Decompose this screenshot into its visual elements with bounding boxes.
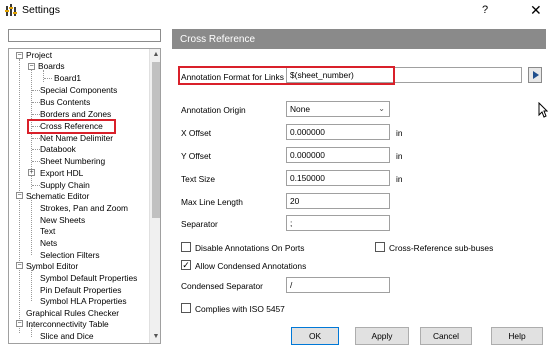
chevron-down-icon: ⌄ xyxy=(378,104,385,113)
scroll-up-icon[interactable]: ▲ xyxy=(150,49,160,61)
tree-connector xyxy=(32,138,40,139)
tree-item-symbol-default-properties[interactable]: Symbol Default Properties xyxy=(40,273,137,284)
window-title: Settings xyxy=(22,4,60,16)
tree-item-text[interactable]: Text xyxy=(40,226,55,237)
settings-tree: − − + − − − Project Boards Board1 Specia… xyxy=(8,48,161,344)
text-size-unit: in xyxy=(396,174,403,184)
tree-item-strokes-pan-zoom[interactable]: Strokes, Pan and Zoom xyxy=(40,203,128,214)
tree-item-schematic-editor[interactable]: Schematic Editor xyxy=(26,191,89,202)
tree-content: − − + − − − Project Boards Board1 Specia… xyxy=(9,49,149,343)
cross-ref-subbuses-label: Cross-Reference sub-buses xyxy=(389,243,494,253)
tree-item-bus-contents[interactable]: Bus Contents xyxy=(40,97,90,108)
tree-item-databook[interactable]: Databook xyxy=(40,144,76,155)
expander-boards[interactable]: − xyxy=(28,63,35,70)
max-line-length-label: Max Line Length xyxy=(181,197,243,207)
tree-item-special-components[interactable]: Special Components xyxy=(40,85,117,96)
play-arrow-icon xyxy=(533,71,539,79)
tree-item-selection-filters[interactable]: Selection Filters xyxy=(40,250,100,261)
tree-item-symbol-editor[interactable]: Symbol Editor xyxy=(26,261,78,272)
scroll-down-icon[interactable]: ▼ xyxy=(150,331,160,343)
tree-item-board1[interactable]: Board1 xyxy=(54,73,81,84)
condensed-separator-label: Condensed Separator xyxy=(181,281,263,291)
disable-annotations-label: Disable Annotations On Ports xyxy=(195,243,305,253)
tree-item-new-sheets[interactable]: New Sheets xyxy=(40,215,85,226)
condensed-separator-input[interactable]: / xyxy=(286,277,390,293)
help-title-button[interactable]: ? xyxy=(482,4,488,16)
tree-item-graphical-rules-checker[interactable]: Graphical Rules Checker xyxy=(26,308,119,319)
settings-app-icon xyxy=(5,4,17,16)
tree-connector xyxy=(32,149,40,150)
tree-connector xyxy=(44,78,52,79)
tree-item-project[interactable]: Project xyxy=(26,50,52,61)
y-offset-label: Y Offset xyxy=(181,151,211,161)
allow-condensed-label: Allow Condensed Annotations xyxy=(195,261,307,271)
close-icon[interactable]: ✕ xyxy=(530,2,542,19)
expander-project[interactable]: − xyxy=(16,52,23,59)
annotation-origin-select[interactable]: None ⌄ xyxy=(286,101,390,117)
expander-export-hdl[interactable]: + xyxy=(28,169,35,176)
expander-symbol-editor[interactable]: − xyxy=(16,262,23,269)
x-offset-input[interactable]: 0.000000 xyxy=(286,124,390,140)
highlight-box xyxy=(178,66,395,85)
disable-annotations-checkbox[interactable] xyxy=(181,242,191,252)
panel-header: Cross Reference xyxy=(172,29,546,49)
tree-connector xyxy=(32,114,40,115)
expander-schematic-editor[interactable]: − xyxy=(16,192,23,199)
max-line-length-input[interactable]: 20 xyxy=(286,193,390,209)
tree-connector xyxy=(31,267,32,301)
tree-scrollbar[interactable]: ▲ ▼ xyxy=(149,49,160,343)
tree-item-net-name-delimiter[interactable]: Net Name Delimiter xyxy=(40,133,113,144)
help-button[interactable]: Help xyxy=(491,327,543,345)
tree-search-input[interactable] xyxy=(8,29,161,42)
iso-label: Complies with ISO 5457 xyxy=(195,304,285,314)
tree-connector xyxy=(32,90,40,91)
separator-input[interactable]: ; xyxy=(286,215,390,231)
tree-item-symbol-hla-properties[interactable]: Symbol HLA Properties xyxy=(40,296,127,307)
tree-item-export-hdl[interactable]: Export HDL xyxy=(40,168,83,179)
tree-item-interconnectivity-table[interactable]: Interconnectivity Table xyxy=(26,319,109,330)
insert-arrow-button[interactable] xyxy=(528,67,542,83)
allow-condensed-checkbox[interactable]: ✓ xyxy=(181,260,191,270)
tree-connector xyxy=(32,185,40,186)
apply-button[interactable]: Apply xyxy=(355,327,409,345)
text-size-input[interactable]: 0.150000 xyxy=(286,170,390,186)
scroll-thumb[interactable] xyxy=(152,62,160,218)
panel-title: Cross Reference xyxy=(180,34,256,45)
tree-item-supply-chain[interactable]: Supply Chain xyxy=(40,180,90,191)
iso-checkbox[interactable] xyxy=(181,303,191,313)
tree-item-nets[interactable]: Nets xyxy=(40,238,57,249)
ok-button[interactable]: OK xyxy=(291,327,339,345)
x-offset-unit: in xyxy=(396,128,403,138)
tree-item-sheet-numbering[interactable]: Sheet Numbering xyxy=(40,156,105,167)
y-offset-unit: in xyxy=(396,151,403,161)
cross-reference-panel: Cross Reference Annotation Format for Li… xyxy=(172,29,546,345)
tree-item-pin-default-properties[interactable]: Pin Default Properties xyxy=(40,285,121,296)
x-offset-label: X Offset xyxy=(181,128,212,138)
expander-interconnectivity-table[interactable]: − xyxy=(16,320,23,327)
annotation-origin-label: Annotation Origin xyxy=(181,105,246,115)
tree-connector xyxy=(32,161,40,162)
tree-item-slice-and-dice[interactable]: Slice and Dice xyxy=(40,331,94,342)
tree-item-boards[interactable]: Boards xyxy=(38,61,65,72)
annotation-origin-value: None xyxy=(290,104,311,114)
text-size-label: Text Size xyxy=(181,174,215,184)
cross-ref-subbuses-checkbox[interactable] xyxy=(375,242,385,252)
highlight-box xyxy=(27,119,116,134)
cancel-button[interactable]: Cancel xyxy=(420,327,472,345)
tree-connector xyxy=(31,197,32,255)
separator-label: Separator xyxy=(181,219,218,229)
y-offset-input[interactable]: 0.000000 xyxy=(286,147,390,163)
mouse-cursor-icon xyxy=(538,102,548,118)
tree-connector xyxy=(32,102,40,103)
title-bar: Settings ? ✕ xyxy=(0,0,554,22)
